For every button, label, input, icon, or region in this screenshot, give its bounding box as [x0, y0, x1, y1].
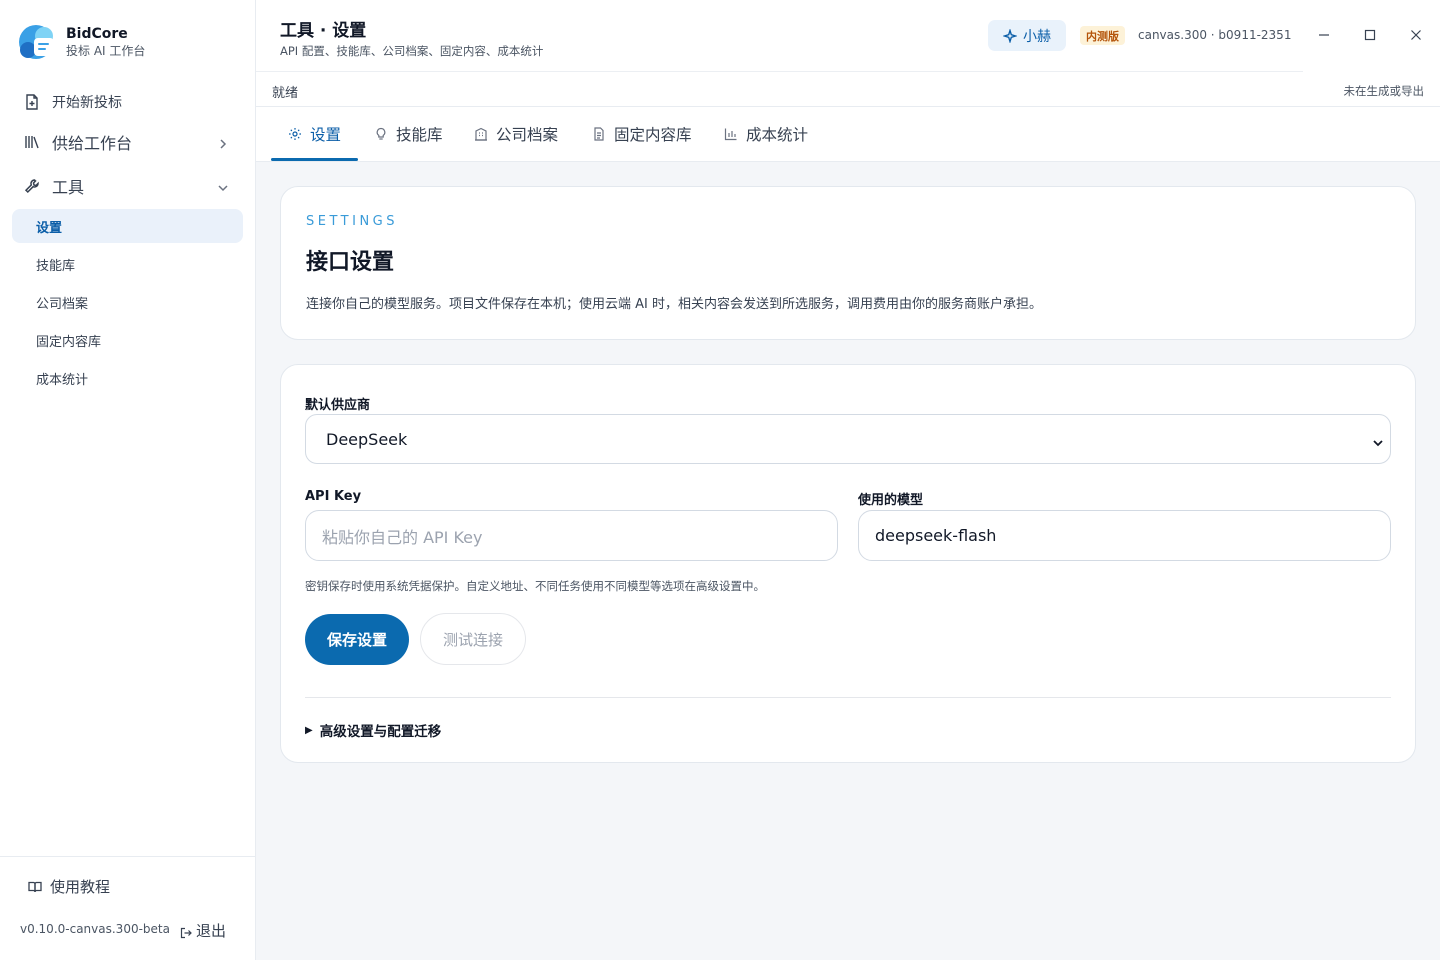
status-text: 就绪 [272, 86, 299, 101]
assistant-label: 小赫 [1023, 28, 1051, 45]
save-settings-button[interactable]: 保存设置 [305, 614, 409, 665]
page-subtitle: API 配置、技能库、公司档案、固定内容、成本统计 [280, 44, 544, 58]
advanced-settings-label: 高级设置与配置迁移 [319, 724, 442, 740]
logout-icon [180, 925, 192, 938]
library-icon [24, 134, 40, 150]
top-header: 工具 · 设置 API 配置、技能库、公司档案、固定内容、成本统计 小赫 内测版… [256, 0, 1440, 72]
minimize-button[interactable] [1313, 24, 1335, 46]
disclosure-triangle-icon: ▶ [305, 724, 313, 736]
sidebar-subitem-company-profile[interactable]: 公司档案 [12, 285, 243, 319]
tab-label: 公司档案 [496, 126, 559, 144]
book-icon [28, 880, 42, 894]
active-tab-indicator [271, 158, 358, 161]
sidebar-subitem-skills[interactable]: 技能库 [12, 247, 243, 281]
tab-fixed-content[interactable]: 固定内容库 [592, 107, 692, 161]
tab-label: 固定内容库 [614, 126, 692, 144]
tab-cost-stats[interactable]: 成本统计 [724, 107, 808, 161]
model-label: 使用的模型 [858, 493, 924, 508]
section-description: 连接你自己的模型服务。项目文件保存在本机；使用云端 AI 时，相关内容会发送到所… [306, 297, 1042, 312]
chevron-down-icon [217, 179, 229, 192]
sidebar-item-new-bid[interactable]: 开始新投标 [12, 85, 243, 119]
tab-settings[interactable]: 设置 [288, 107, 341, 161]
provider-value: DeepSeek [326, 429, 408, 449]
sidebar-item-supply-workbench[interactable]: 供给工作台 [12, 125, 243, 159]
logout-button[interactable]: 退出 [180, 920, 226, 941]
wrench-icon [24, 178, 40, 194]
maximize-icon [1364, 26, 1376, 45]
bidcore-logo-icon [18, 22, 58, 62]
maximize-button[interactable] [1359, 24, 1381, 46]
page-title: 工具 · 设置 [280, 21, 367, 41]
model-input[interactable]: deepseek-flash [858, 510, 1391, 561]
tab-company-profile[interactable]: 公司档案 [474, 107, 558, 161]
provider-select[interactable]: DeepSeek [305, 414, 1391, 464]
brand-name: BidCore [66, 26, 128, 42]
brand-subtitle: 投标 AI 工作台 [66, 44, 146, 58]
sidebar: BidCore 投标 AI 工作台 开始新投标 供给工作台 工具 设置 技能库 … [0, 0, 256, 960]
tab-bar: 设置 技能库 公司档案 固定内容库 成本统计 [256, 107, 1440, 162]
tutorial-link[interactable]: 使用教程 [28, 876, 110, 897]
new-document-icon [24, 94, 40, 110]
form-hint: 密钥保存时使用系统凭据保护。自定义地址、不同任务使用不同模型等选项在高级设置中。 [305, 579, 765, 593]
provider-label: 默认供应商 [305, 398, 371, 413]
sidebar-item-tools[interactable]: 工具 [12, 169, 243, 203]
lightbulb-icon [374, 127, 388, 141]
intro-card: SETTINGS 接口设置 连接你自己的模型服务。项目文件保存在本机；使用云端 … [280, 186, 1416, 340]
job-status-text: 未在生成或导出 [1343, 84, 1425, 98]
gear-icon [288, 127, 302, 141]
beta-badge: 内测版 [1080, 26, 1125, 45]
chevron-right-icon [217, 135, 229, 149]
close-button[interactable] [1405, 24, 1427, 46]
api-key-input[interactable]: 粘贴你自己的 API Key [305, 510, 838, 561]
api-settings-form: 默认供应商 DeepSeek API Key 粘贴你自己的 API Key 使用… [280, 364, 1416, 763]
api-key-label: API Key [305, 489, 362, 504]
sidebar-subitem-settings[interactable]: 设置 [12, 209, 243, 243]
sidebar-item-label: 工具 [52, 178, 85, 197]
tab-skills[interactable]: 技能库 [374, 107, 443, 161]
test-connection-button[interactable]: 测试连接 [420, 613, 526, 665]
section-title: 接口设置 [306, 250, 395, 275]
sidebar-subitem-fixed-content[interactable]: 固定内容库 [12, 323, 243, 357]
sidebar-item-label: 开始新投标 [52, 95, 122, 111]
bar-chart-icon [724, 127, 738, 141]
sidebar-footer-divider [0, 856, 255, 857]
sidebar-subitem-cost-stats[interactable]: 成本统计 [12, 361, 243, 395]
minimize-icon [1318, 26, 1330, 45]
brand: BidCore 投标 AI 工作台 [18, 22, 145, 62]
tutorial-label: 使用教程 [50, 878, 111, 896]
logout-label: 退出 [196, 922, 227, 940]
close-icon [1410, 26, 1422, 45]
sidebar-item-label: 供给工作台 [52, 134, 133, 153]
tab-label: 技能库 [396, 126, 443, 144]
tab-label: 设置 [310, 126, 342, 144]
status-bar: 就绪 未在生成或导出 [256, 72, 1440, 107]
version-label: v0.10.0-canvas.300-beta [20, 922, 170, 936]
assistant-button[interactable]: 小赫 [988, 20, 1066, 51]
advanced-settings-toggle[interactable]: ▶ 高级设置与配置迁移 [305, 720, 441, 740]
build-info: canvas.300 · b0911-2351 [1138, 28, 1292, 42]
sparkle-icon [1002, 27, 1018, 44]
tab-label: 成本统计 [746, 126, 809, 144]
form-divider [305, 697, 1391, 698]
chevron-down-icon [1372, 434, 1384, 447]
building-icon [474, 127, 488, 141]
section-eyebrow: SETTINGS [306, 214, 399, 229]
document-icon [592, 127, 606, 141]
